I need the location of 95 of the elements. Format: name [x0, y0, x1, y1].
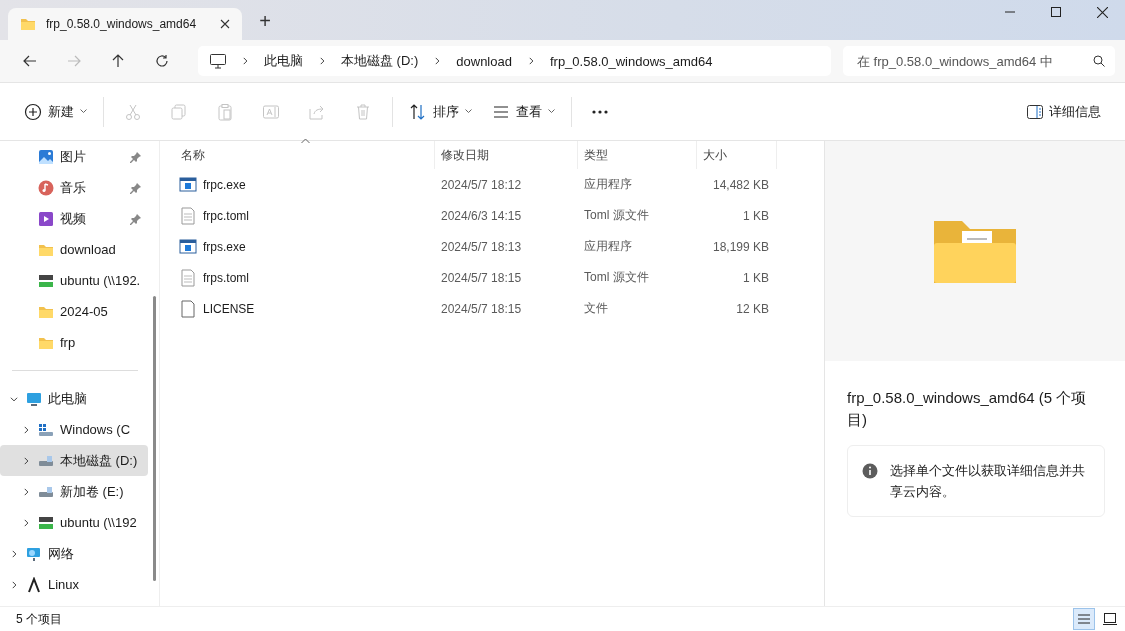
pin-icon	[130, 151, 142, 163]
caret-icon	[548, 109, 555, 114]
column-header[interactable]: 类型	[578, 141, 697, 169]
type-cell-text: 应用程序	[583, 176, 633, 193]
info-text: 选择单个文件以获取详细信息并共享云内容。	[890, 462, 1086, 501]
type-cell-text: Toml 源文件	[583, 269, 650, 286]
column-header[interactable]: 名称	[175, 141, 435, 169]
back-arrow-icon[interactable]	[23, 54, 37, 68]
column-header[interactable]: 大小	[697, 141, 777, 169]
date-cell-text: 2024/5/7 18:13	[440, 238, 523, 256]
network-drive-icon	[38, 514, 54, 531]
sidebar-item[interactable]: 新加卷 (E:)	[0, 476, 148, 507]
new-tab-button[interactable]: +	[248, 6, 282, 36]
refresh-icon[interactable]	[155, 54, 169, 68]
search-icon	[1093, 55, 1105, 67]
size-cell-text: 18,199 KB	[711, 238, 770, 256]
details-button[interactable]: 详细信息	[1017, 94, 1111, 129]
chevron-icon	[21, 424, 31, 435]
chevron-icon	[240, 56, 250, 66]
size-cell-text: 1 KB	[742, 269, 770, 287]
address-bar[interactable]: 此电脑 本地磁盘 (D:) download frp_0.58.0_windows_amd64	[198, 46, 831, 76]
videos-icon	[38, 210, 54, 227]
music-icon	[38, 179, 54, 196]
column-header[interactable]: 修改日期	[435, 141, 578, 169]
monitor-icon	[210, 53, 226, 69]
breadcrumb[interactable]: download	[456, 53, 512, 69]
new-button[interactable]: 新建	[14, 94, 97, 129]
sidebar-item[interactable]: 图片	[0, 141, 148, 172]
sidebar-item[interactable]: ubuntu (\\192.	[0, 265, 148, 296]
tab[interactable]: frp_0.58.0_windows_amd64	[8, 8, 242, 40]
details-pane-icon	[1027, 104, 1043, 119]
view-button[interactable]: 查看	[482, 94, 565, 129]
pin-icon	[130, 182, 142, 194]
sidebar-item[interactable]: 2024-05	[0, 296, 148, 327]
application-icon	[179, 237, 197, 256]
chevron-icon	[21, 455, 31, 466]
pin-icon	[130, 213, 142, 225]
file-name[interactable]: LICENSE	[175, 293, 435, 324]
text-file-icon	[179, 268, 197, 287]
close-icon[interactable]	[220, 19, 230, 29]
details-title: frp_0.58.0_windows_amd64 (5 个项目)	[847, 388, 1088, 430]
windows-drive-icon	[38, 421, 54, 438]
pc-icon	[26, 390, 42, 407]
date-cell-text: 2024/5/7 18:15	[440, 269, 523, 287]
up-arrow-icon[interactable]	[111, 54, 125, 68]
size-cell-text: 14,482 KB	[711, 176, 770, 194]
folder-icon	[20, 16, 36, 32]
breadcrumb[interactable]: 本地磁盘 (D:)	[341, 52, 419, 70]
list-icon	[1077, 613, 1091, 625]
scrollbar[interactable]	[153, 296, 156, 581]
type-cell-text: 应用程序	[583, 238, 633, 255]
caret-icon	[80, 109, 87, 114]
sidebar-item[interactable]: 此电脑	[0, 383, 148, 414]
close-icon[interactable]	[1096, 6, 1108, 18]
network-drive-icon	[38, 272, 54, 289]
type-cell-text: 文件	[583, 300, 609, 317]
chevron-icon	[21, 486, 31, 497]
chevron-icon	[9, 579, 19, 590]
info-icon	[862, 463, 878, 479]
date-cell-text: 2024/5/7 18:15	[440, 300, 523, 318]
sidebar-item[interactable]: 音乐	[0, 172, 148, 203]
window-icon	[1103, 613, 1117, 625]
sidebar-item[interactable]: 本地磁盘 (D:)	[0, 445, 148, 476]
caret-icon	[465, 109, 472, 114]
chevron-icon	[317, 56, 327, 66]
forward-arrow-icon[interactable]	[67, 54, 81, 68]
file-name[interactable]: frps.exe	[175, 231, 435, 262]
search-field[interactable]: 在 frp_0.58.0_windows_amd64 中	[843, 46, 1115, 76]
sidebar-item[interactable]: ubuntu (\\192	[0, 507, 148, 538]
item-count: 5 个项目	[16, 610, 63, 628]
network-icon	[26, 545, 42, 562]
text-file-icon	[179, 206, 197, 225]
file-name[interactable]: frpc.toml	[175, 200, 435, 231]
sidebar-item[interactable]: 网络	[0, 538, 148, 569]
type-cell-text: Toml 源文件	[583, 207, 650, 224]
date-cell-text: 2024/6/3 14:15	[440, 207, 523, 225]
sidebar-item[interactable]: Windows (C	[0, 414, 148, 445]
breadcrumb[interactable]: frp_0.58.0_windows_amd64	[549, 53, 713, 69]
application-icon	[179, 175, 197, 194]
file-icon	[179, 299, 197, 318]
file-name[interactable]: frps.toml	[175, 262, 435, 293]
sidebar-item[interactable]: Linux	[0, 569, 148, 600]
chevron-icon	[21, 517, 31, 528]
breadcrumb[interactable]: 此电脑	[264, 52, 303, 70]
chevron-icon	[9, 548, 19, 559]
sidebar-item[interactable]: frp	[0, 327, 148, 358]
file-name[interactable]: frpc.exe	[175, 169, 435, 200]
pictures-icon	[38, 148, 54, 165]
maximize-icon[interactable]	[1051, 7, 1061, 17]
size-cell-text: 1 KB	[742, 207, 770, 225]
sidebar-item[interactable]: 视频	[0, 203, 148, 234]
date-cell-text: 2024/5/7 18:12	[440, 176, 523, 194]
size-cell-text: 12 KB	[735, 300, 770, 318]
sidebar-item[interactable]: download	[0, 234, 148, 265]
sort-button[interactable]: 排序	[399, 94, 482, 129]
